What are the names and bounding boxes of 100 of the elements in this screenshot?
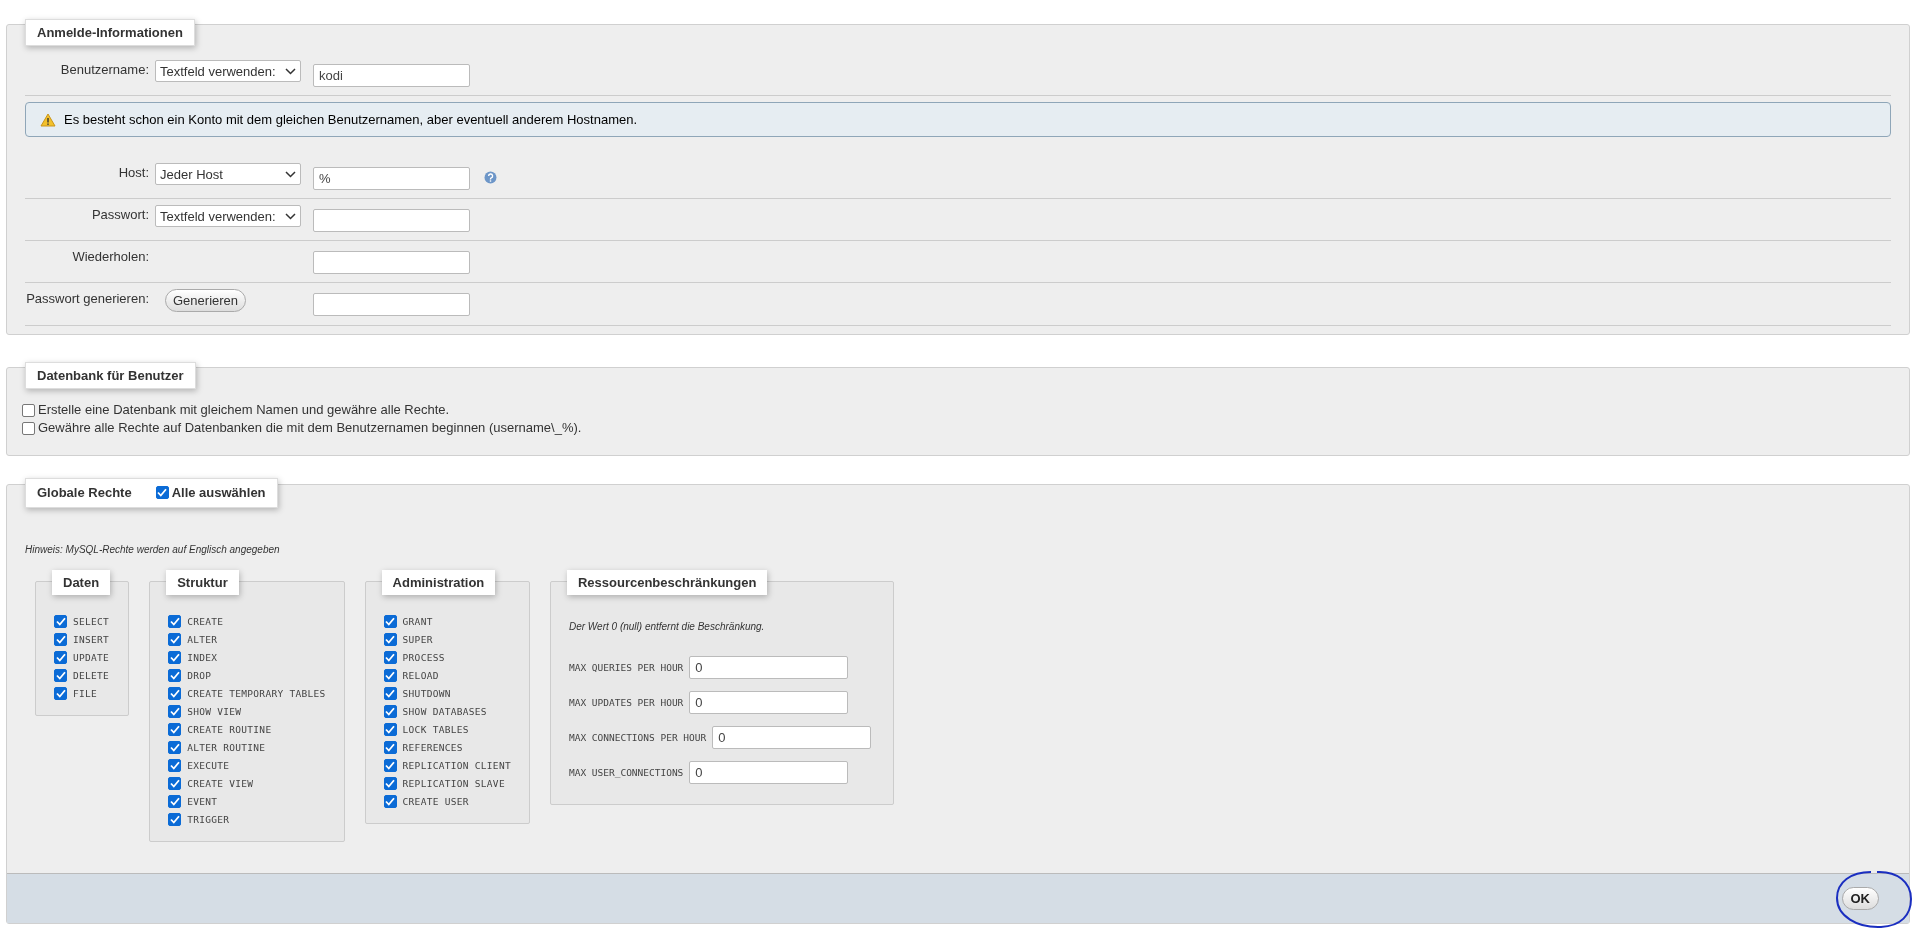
privilege-label: FILE xyxy=(73,688,98,699)
notice-text: Es besteht schon ein Konto mit dem gleichen Benutzernamen, aber eventuell anderem Hostnamen. xyxy=(64,112,638,127)
text-field[interactable]: % xyxy=(313,167,470,190)
privilege-label: CREATE TEMPORARY TABLES xyxy=(187,688,326,699)
checkbox[interactable] xyxy=(155,486,169,499)
checkbox[interactable] xyxy=(168,615,182,628)
checkbox[interactable] xyxy=(54,687,67,700)
privilege-label: SHOW DATABASES xyxy=(402,706,487,717)
text-field[interactable] xyxy=(313,251,470,274)
privilege-label: UPDATE xyxy=(73,652,110,663)
privilege-label: TRIGGER xyxy=(187,814,230,825)
checkbox[interactable] xyxy=(168,723,182,736)
text-field[interactable]: kodi xyxy=(313,64,470,87)
privilege-label: PROCESS xyxy=(402,652,445,663)
privilege-label: SHOW VIEW xyxy=(187,706,242,717)
limit-label: MAX CONNECTIONS PER HOUR xyxy=(568,731,707,743)
privilege-label: SHUTDOWN xyxy=(402,688,451,699)
help-icon[interactable] xyxy=(484,171,497,184)
field-label: Host: xyxy=(117,164,150,180)
section-title: Globale Rechte xyxy=(37,485,132,500)
checkbox[interactable] xyxy=(168,759,182,772)
privilege-label: LOCK TABLES xyxy=(402,724,469,735)
limit-field[interactable]: 0 xyxy=(689,655,849,679)
privilege-label: GRANT xyxy=(402,616,433,627)
field-label: Passwort: xyxy=(90,206,150,222)
generate-button[interactable]: Generieren xyxy=(165,289,247,312)
checkbox[interactable] xyxy=(383,759,397,772)
checkbox[interactable] xyxy=(383,669,397,682)
privilege-label: REPLICATION CLIENT xyxy=(402,760,511,771)
warning-icon xyxy=(40,112,56,127)
select-all-label: Alle auswählen xyxy=(171,483,266,502)
privilege-label: CREATE xyxy=(187,616,224,627)
privilege-label: DROP xyxy=(187,670,212,681)
limit-label: MAX UPDATES PER HOUR xyxy=(568,696,684,708)
checkbox-label: Erstelle eine Datenbank mit gleichem Namen und gewähre alle Rechte. xyxy=(38,401,450,419)
privilege-label: CREATE USER xyxy=(402,796,469,807)
chevron-down-icon xyxy=(285,170,296,178)
checkbox-label: Gewähre alle Rechte auf Datenbanken die mit dem Benutzernamen beginnen (username\_%). xyxy=(38,419,582,437)
checkbox[interactable] xyxy=(383,723,397,736)
section-title: Anmelde-Informationen xyxy=(25,19,195,46)
privilege-label: EVENT xyxy=(187,796,218,807)
checkbox[interactable] xyxy=(383,633,397,646)
checkbox[interactable] xyxy=(168,669,182,682)
dropdown[interactable]: Textfeld verwenden: xyxy=(155,205,301,227)
privilege-label: INDEX xyxy=(187,652,218,663)
checkbox[interactable] xyxy=(383,777,397,790)
limits-note: Der Wert 0 (null) entfernt die Beschränkung. xyxy=(568,620,765,632)
dropdown[interactable]: Jeder Host xyxy=(155,163,301,185)
checkbox[interactable] xyxy=(168,651,182,664)
privilege-label: DELETE xyxy=(73,670,110,681)
privilege-label: CREATE ROUTINE xyxy=(187,724,272,735)
checkbox[interactable] xyxy=(54,651,67,664)
privilege-label: REFERENCES xyxy=(402,742,463,753)
field-label: Passwort generieren: xyxy=(25,290,150,306)
checkbox[interactable] xyxy=(168,633,182,646)
checkbox[interactable] xyxy=(168,705,182,718)
chevron-down-icon xyxy=(285,67,296,75)
limit-label: MAX QUERIES PER HOUR xyxy=(568,661,684,673)
checkbox[interactable] xyxy=(168,795,182,808)
privilege-label: SUPER xyxy=(402,634,433,645)
group-title: Daten xyxy=(52,569,111,595)
privilege-label: ALTER ROUTINE xyxy=(187,742,266,753)
privilege-label: INSERT xyxy=(73,634,110,645)
dropdown[interactable]: Textfeld verwenden: xyxy=(155,60,301,82)
privilege-label: SELECT xyxy=(73,616,110,627)
section-title: Datenbank für Benutzer xyxy=(25,362,196,389)
chevron-down-icon xyxy=(285,212,296,220)
checkbox[interactable] xyxy=(383,615,397,628)
checkbox[interactable] xyxy=(54,669,67,682)
limit-label: MAX USER_CONNECTIONS xyxy=(568,766,684,778)
checkbox[interactable] xyxy=(383,795,397,808)
text-field[interactable] xyxy=(313,209,470,232)
checkbox[interactable] xyxy=(168,687,182,700)
limit-field[interactable]: 0 xyxy=(689,760,849,784)
checkbox[interactable] xyxy=(54,633,67,646)
group-title: Administration xyxy=(381,569,496,595)
checkbox[interactable] xyxy=(22,403,35,417)
checkbox[interactable] xyxy=(383,741,397,754)
text-field[interactable] xyxy=(313,293,470,316)
group-title: Struktur xyxy=(166,569,239,595)
limit-field[interactable]: 0 xyxy=(712,725,872,749)
checkbox[interactable] xyxy=(383,687,397,700)
checkbox[interactable] xyxy=(383,651,397,664)
checkbox[interactable] xyxy=(168,741,182,754)
privilege-label: CREATE VIEW xyxy=(187,778,254,789)
hint-text: Hinweis: MySQL-Rechte werden auf Englisch angegeben xyxy=(25,543,281,555)
limit-field[interactable]: 0 xyxy=(689,690,849,714)
checkbox[interactable] xyxy=(168,813,182,826)
checkbox[interactable] xyxy=(22,421,35,435)
checkbox[interactable] xyxy=(54,615,67,628)
privilege-label: EXECUTE xyxy=(187,760,230,771)
checkbox[interactable] xyxy=(383,705,397,718)
privilege-label: ALTER xyxy=(187,634,218,645)
field-label: Wiederholen: xyxy=(71,248,150,264)
privilege-label: REPLICATION SLAVE xyxy=(402,778,505,789)
field-label: Benutzername: xyxy=(59,61,150,77)
group-title: Ressourcenbeschränkungen xyxy=(566,569,768,595)
checkbox[interactable] xyxy=(168,777,182,790)
privilege-label: RELOAD xyxy=(402,670,439,681)
ok-button[interactable]: OK xyxy=(1841,886,1879,910)
